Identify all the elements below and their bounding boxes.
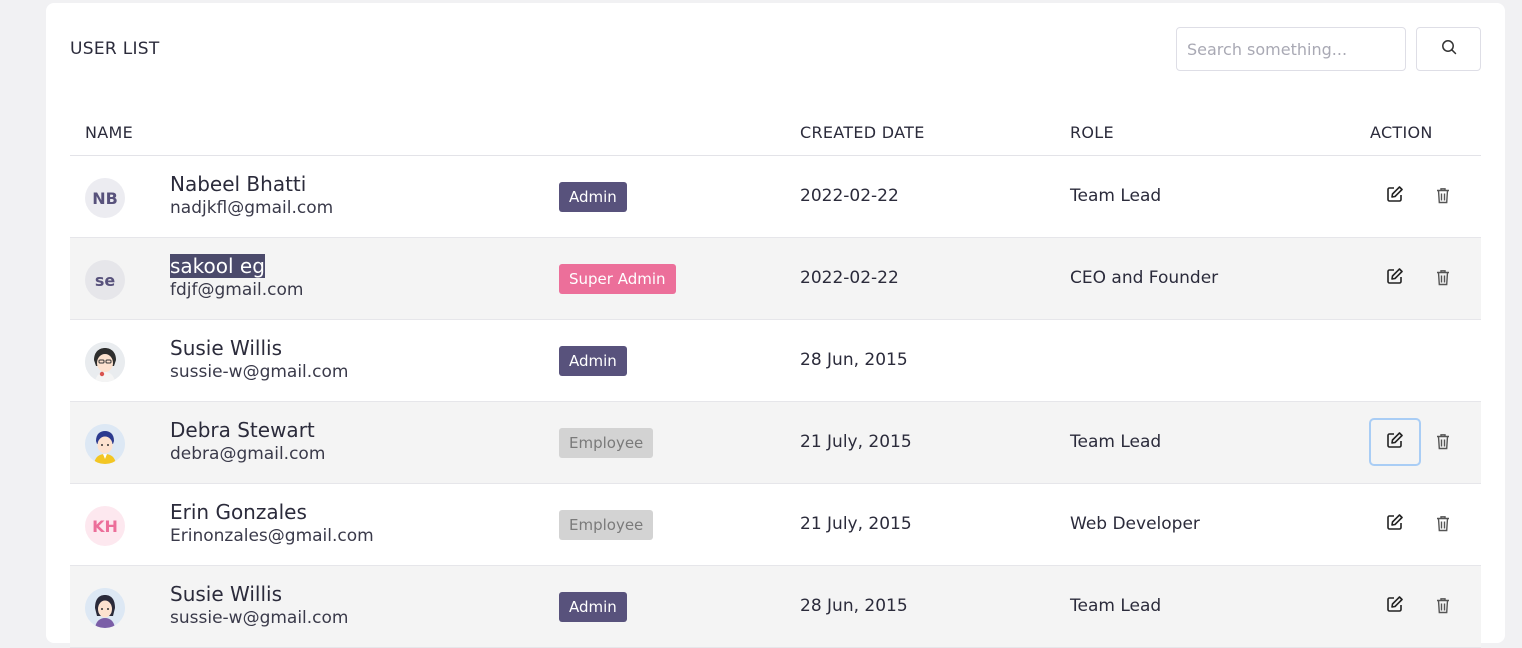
user-name: sakool eg xyxy=(170,254,265,278)
user-name: Erin Gonzales xyxy=(170,500,307,524)
edit-icon xyxy=(1386,431,1404,453)
user-email: Erinonzales@gmail.com xyxy=(170,526,374,546)
table-row: se sakool eg fdjf@gmail.com Super Admin … xyxy=(70,238,1481,320)
edit-button[interactable] xyxy=(1369,500,1421,548)
user-role: Team Lead xyxy=(1070,432,1162,452)
created-date: 28 Jun, 2015 xyxy=(800,350,908,370)
header-name: NAME xyxy=(85,123,134,142)
user-role: CEO and Founder xyxy=(1070,268,1219,288)
edit-icon xyxy=(1386,185,1404,207)
table-header: NAME CREATED DATE ROLE ACTION xyxy=(70,103,1481,156)
trash-icon xyxy=(1436,515,1450,536)
user-name: Susie Willis xyxy=(170,336,282,360)
created-date: 21 July, 2015 xyxy=(800,514,912,534)
table-row: NB Nabeel Bhatti nadjkfl@gmail.com Admin… xyxy=(70,156,1481,238)
user-name: Susie Willis xyxy=(170,582,282,606)
delete-button[interactable] xyxy=(1433,182,1453,212)
delete-button[interactable] xyxy=(1433,510,1453,540)
trash-icon xyxy=(1436,269,1450,290)
trash-icon xyxy=(1436,187,1450,208)
avatar-initials: KH xyxy=(85,506,125,546)
user-name: Nabeel Bhatti xyxy=(170,172,307,196)
trash-icon xyxy=(1436,433,1450,454)
avatar-initials: NB xyxy=(85,178,125,218)
edit-button[interactable] xyxy=(1369,418,1421,466)
role-badge: Super Admin xyxy=(559,264,676,294)
table-row: Debra Stewart debra@gmail.com Employee 2… xyxy=(70,402,1481,484)
avatar-illustration xyxy=(85,342,125,382)
search-button[interactable] xyxy=(1416,27,1481,71)
role-badge: Admin xyxy=(559,592,627,622)
edit-button[interactable] xyxy=(1369,582,1421,630)
avatar-illustration xyxy=(85,424,125,464)
user-name: Debra Stewart xyxy=(170,418,315,442)
role-badge: Admin xyxy=(559,346,627,376)
user-email: sussie-w@gmail.com xyxy=(170,608,349,628)
edit-icon xyxy=(1386,595,1404,617)
user-email: nadjkfl@gmail.com xyxy=(170,198,334,218)
created-date: 21 July, 2015 xyxy=(800,432,912,452)
search-icon xyxy=(1441,39,1457,59)
user-role: Team Lead xyxy=(1070,186,1162,206)
header-created-date: CREATED DATE xyxy=(800,123,925,142)
table-row: Susie Willis sussie-w@gmail.com Admin 28… xyxy=(70,320,1481,402)
role-badge: Admin xyxy=(559,182,627,212)
edit-icon xyxy=(1386,513,1404,535)
table-row: Susie Willis sussie-w@gmail.com Admin 28… xyxy=(70,566,1481,648)
role-badge: Employee xyxy=(559,510,654,540)
trash-icon xyxy=(1436,597,1450,618)
table-row: KH Erin Gonzales Erinonzales@gmail.com E… xyxy=(70,484,1481,566)
delete-button[interactable] xyxy=(1433,264,1453,294)
avatar-illustration xyxy=(85,588,125,628)
table-body: NB Nabeel Bhatti nadjkfl@gmail.com Admin… xyxy=(70,156,1481,648)
edit-icon xyxy=(1386,267,1404,289)
edit-button[interactable] xyxy=(1369,254,1421,302)
header-role: ROLE xyxy=(1070,123,1114,142)
created-date: 2022-02-22 xyxy=(800,186,899,206)
created-date: 28 Jun, 2015 xyxy=(800,596,908,616)
avatar-initials: se xyxy=(85,260,125,300)
search-input[interactable] xyxy=(1176,27,1406,71)
header-action: ACTION xyxy=(1370,123,1433,142)
user-list-card: USER LIST NAME CREATED DATE ROLE ACTION … xyxy=(46,3,1505,648)
user-role: Team Lead xyxy=(1070,596,1162,616)
delete-button[interactable] xyxy=(1433,428,1453,458)
page-title: USER LIST xyxy=(70,39,160,59)
edit-button[interactable] xyxy=(1369,172,1421,220)
created-date: 2022-02-22 xyxy=(800,268,899,288)
role-badge: Employee xyxy=(559,428,654,458)
user-email: fdjf@gmail.com xyxy=(170,280,304,300)
user-email: sussie-w@gmail.com xyxy=(170,362,349,382)
user-email: debra@gmail.com xyxy=(170,444,326,464)
user-role: Web Developer xyxy=(1070,514,1200,534)
delete-button[interactable] xyxy=(1433,592,1453,622)
